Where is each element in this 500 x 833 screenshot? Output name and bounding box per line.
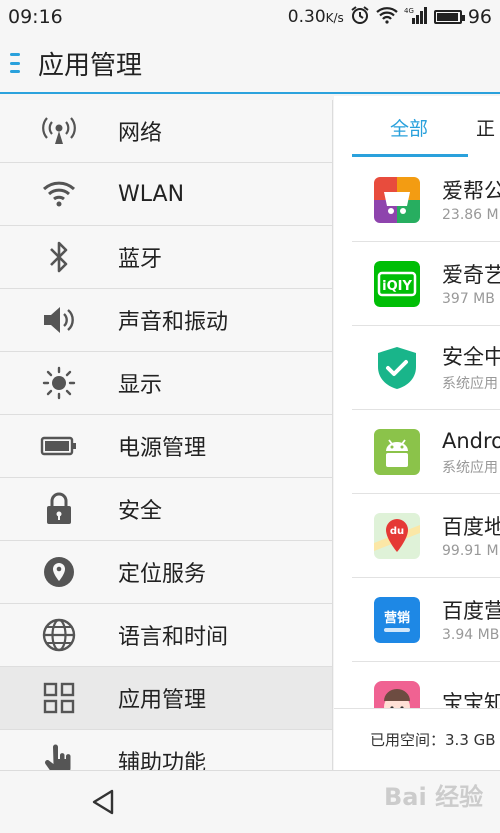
status-bar: 09:16 0.30K/s 4G 96 (0, 0, 500, 34)
aibang-app-icon (374, 176, 420, 223)
settings-list: 网络 WLAN 蓝牙 声音和振动 显示 电源管理 安全 定位服务 语言和时间 应… (0, 100, 333, 770)
iqiyi-app-icon: iQIY (374, 260, 420, 307)
svg-text:营销: 营销 (384, 610, 410, 626)
network-icon (0, 116, 118, 146)
app-row-android[interactable]: Andro 系统应用 (352, 410, 500, 494)
alarm-icon (350, 5, 370, 30)
wifi-status-icon (376, 6, 398, 29)
hand-pointer-icon (0, 744, 118, 770)
app-bar: 应用管理 (0, 34, 500, 94)
battery-percent: 96 (467, 6, 492, 28)
svg-text:iQIY: iQIY (382, 279, 412, 294)
back-button[interactable] (88, 787, 118, 817)
app-list-pane: 全部 正 爱帮公 23.86 M iQIY 爱奇艺 397 MB 安全中 系统应… (334, 96, 500, 770)
apps-grid-icon (0, 682, 118, 714)
svg-text:du: du (390, 526, 404, 537)
settings-item-sound[interactable]: 声音和振动 (0, 289, 332, 352)
battery-status-icon (433, 10, 465, 24)
active-tab-indicator (352, 154, 468, 157)
speaker-icon (0, 305, 118, 335)
back-arrow-icon (92, 789, 114, 815)
network-speed: 0.30K/s (287, 7, 344, 27)
storage-label: 已用空间： (370, 731, 446, 749)
app-row-baidu-map[interactable]: du 百度地 99.91 M (352, 494, 500, 578)
location-icon (0, 555, 118, 589)
settings-item-accessibility[interactable]: 辅助功能 (0, 730, 332, 770)
settings-item-security[interactable]: 安全 (0, 478, 332, 541)
android-app-icon (374, 428, 420, 475)
settings-item-network[interactable]: 网络 (0, 100, 332, 163)
settings-item-wlan[interactable]: WLAN (0, 163, 332, 226)
page-title: 应用管理 (38, 50, 143, 81)
tab-all[interactable]: 全部 (390, 114, 428, 141)
app-filter-tabs: 全部 正 (334, 96, 500, 158)
status-time: 09:16 (8, 6, 63, 28)
signal-icon: 4G (404, 6, 428, 29)
settings-item-location[interactable]: 定位服务 (0, 541, 332, 604)
settings-item-power[interactable]: 电源管理 (0, 415, 332, 478)
globe-icon (0, 618, 118, 652)
battery-icon (0, 435, 118, 457)
settings-item-bluetooth[interactable]: 蓝牙 (0, 226, 332, 289)
storage-usage: 已用空间： 3.3 GB (334, 708, 500, 770)
svg-text:Bai 经验: Bai 经验 (384, 783, 483, 811)
app-row-iqiyi[interactable]: iQIY 爱奇艺 397 MB (352, 242, 500, 326)
settings-item-display[interactable]: 显示 (0, 352, 332, 415)
bluetooth-icon (0, 240, 118, 274)
settings-item-app-management[interactable]: 应用管理 (0, 667, 332, 730)
wifi-icon (0, 180, 118, 208)
storage-value: 3.3 GB (445, 730, 496, 749)
app-row-aibang[interactable]: 爱帮公 23.86 M (352, 158, 500, 242)
svg-text:4G: 4G (404, 7, 414, 15)
menu-icon[interactable] (10, 53, 24, 73)
app-row-baidu-yingxiao[interactable]: 营销 百度营 3.94 MB (352, 578, 500, 662)
lock-icon (0, 492, 118, 526)
baidu-jingyan-watermark: Bai 经验 (380, 777, 490, 827)
baidu-yingxiao-app-icon: 营销 (374, 596, 420, 643)
app-row-security-center[interactable]: 安全中 系统应用 (352, 326, 500, 410)
settings-item-language-time[interactable]: 语言和时间 (0, 604, 332, 667)
status-icons: 0.30K/s 4G 96 (288, 5, 492, 30)
security-center-app-icon (374, 345, 420, 391)
navigation-bar: Bai 经验 (0, 770, 500, 833)
baidu-map-app-icon: du (374, 512, 420, 559)
brightness-icon (0, 366, 118, 400)
tab-running[interactable]: 正 (476, 114, 495, 141)
